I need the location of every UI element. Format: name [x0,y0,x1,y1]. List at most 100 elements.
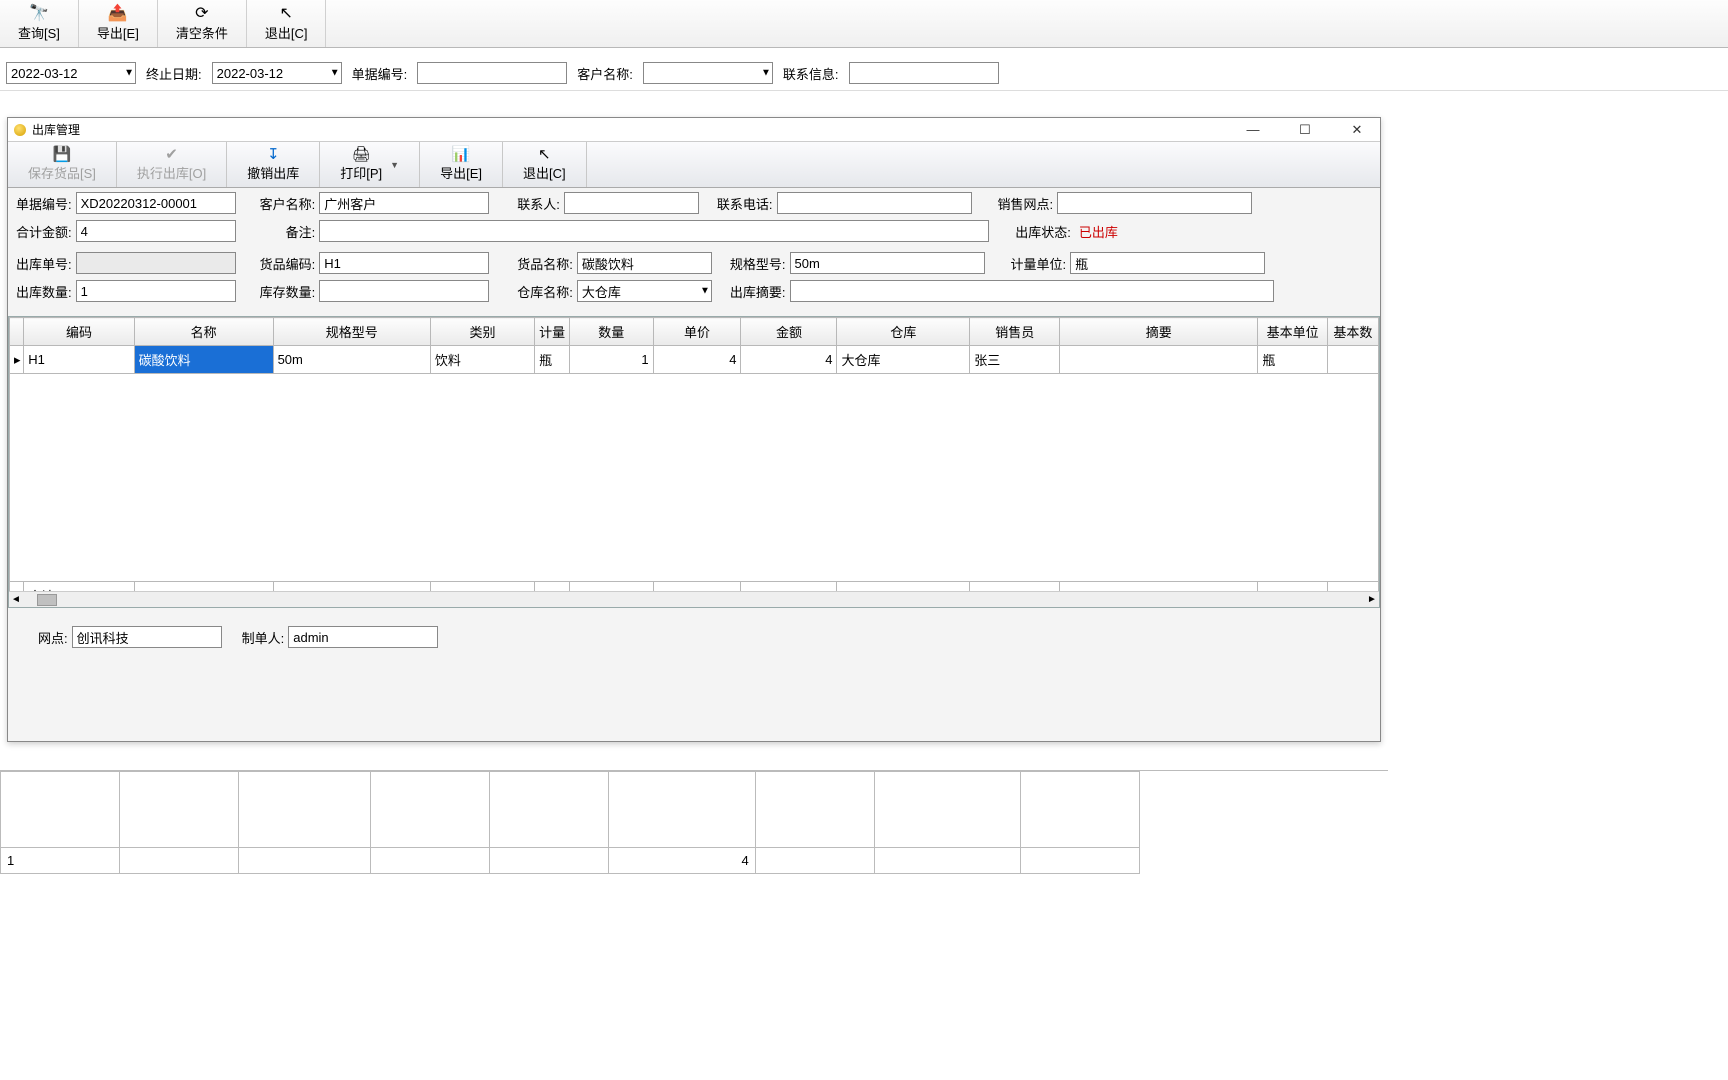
contact-field[interactable] [564,192,699,214]
summary-label: 出库摘要: [730,282,786,301]
dialog-footer: 网点: 制单人: [8,608,1380,666]
end-date-combo[interactable]: ▼ [212,62,342,84]
phone-field[interactable] [777,192,972,214]
footer-maker-label: 制单人: [242,628,285,647]
clear-button[interactable]: ⟳清空条件 [158,0,247,47]
unit-label: 计量单位: [1011,254,1067,273]
th-qty[interactable]: 数量 [569,318,653,346]
ship-no-field [76,252,236,274]
contact-label: 联系信息: [783,64,839,83]
customer-combo[interactable]: ▼ [643,62,773,84]
query-button[interactable]: 🔭查询[S] [0,0,79,47]
close-button[interactable]: ✕ [1340,122,1374,138]
export-icon: 📊 [452,147,471,162]
maximize-button[interactable]: ☐ [1288,122,1322,138]
exit-icon: ↖ [279,6,292,22]
cell-sales[interactable]: 张三 [970,346,1060,374]
qty-label: 出库数量: [16,282,72,301]
th-summary[interactable]: 摘要 [1060,318,1258,346]
save-goods-button[interactable]: 💾保存货品[S] [8,142,117,187]
th-price[interactable]: 单价 [653,318,741,346]
scroll-left-icon[interactable]: ◄ [9,594,23,605]
th-cat[interactable]: 类别 [430,318,534,346]
customer-field[interactable] [319,192,489,214]
exec-outbound-button[interactable]: ✔执行出库[O] [117,142,227,187]
dialog-title: 出库管理 [32,121,80,138]
exit-button-modal[interactable]: ↖退出[C] [503,142,587,187]
th-code[interactable]: 编码 [24,318,134,346]
remark-label: 备注: [286,222,316,241]
background-filter-bar: ▼ 终止日期: ▼ 单据编号: 客户名称: ▼ 联系信息: [0,48,1728,91]
table-row[interactable]: ▸ H1 碳酸饮料 50m 饮料 瓶 1 4 4 大仓库 张三 瓶 [10,346,1379,374]
summary-field[interactable] [790,280,1274,302]
bg-sum-1: 1 [1,848,120,874]
qty-field[interactable] [76,280,236,302]
cell-amt[interactable]: 4 [741,346,837,374]
dialog-titlebar: 出库管理 — ☐ ✕ [8,118,1380,142]
end-date-label: 终止日期: [146,64,202,83]
th-wh[interactable]: 仓库 [837,318,970,346]
name-field[interactable] [577,252,712,274]
revoke-icon: ↧ [267,147,280,162]
cell-bunit[interactable]: 瓶 [1258,346,1327,374]
total-field[interactable] [76,220,236,242]
minimize-button[interactable]: — [1236,122,1270,138]
cell-price[interactable]: 4 [653,346,741,374]
outlet-label: 销售网点: [998,194,1054,213]
th-spec[interactable]: 规格型号 [273,318,430,346]
customer-label: 客户名称: [577,64,633,83]
cell-cat[interactable]: 饮料 [430,346,534,374]
cell-summary[interactable] [1060,346,1258,374]
remark-field[interactable] [319,220,989,242]
exit-button[interactable]: ↖退出[C] [247,0,327,47]
start-date-combo[interactable]: ▼ [6,62,136,84]
wh-label: 仓库名称: [517,282,573,301]
chevron-down-icon: ▼ [390,160,399,170]
outlet-field[interactable] [1057,192,1252,214]
export-button[interactable]: 📤导出[E] [79,0,158,47]
row-marker: ▸ [10,346,24,374]
code-field[interactable] [319,252,489,274]
th-unit[interactable]: 计量 [535,318,570,346]
phone-label: 联系电话: [717,194,773,213]
unit-field[interactable] [1070,252,1265,274]
spec-field[interactable] [790,252,985,274]
th-bunit[interactable]: 基本单位 [1258,318,1327,346]
exec-icon: ✔ [165,147,178,162]
status-value: 已出库 [1075,222,1118,241]
bulb-icon [14,124,26,136]
th-amt[interactable]: 金额 [741,318,837,346]
th-bqty[interactable]: 基本数 [1327,318,1378,346]
cell-code[interactable]: H1 [24,346,134,374]
footer-maker-field[interactable] [288,626,438,648]
print-button[interactable]: 🖨打印[P]▼ [320,142,420,187]
th-mark [10,318,24,346]
contact-input[interactable] [849,62,999,84]
cell-unit[interactable]: 瓶 [535,346,570,374]
table-header-row: 编码 名称 规格型号 类别 计量 数量 单价 金额 仓库 销售员 摘要 基本单位… [10,318,1379,346]
order-no-field[interactable] [76,192,236,214]
footer-outlet-field[interactable] [72,626,222,648]
cell-bqty[interactable] [1327,346,1378,374]
horizontal-scrollbar[interactable]: ◄ ► [9,591,1379,607]
cell-wh[interactable]: 大仓库 [837,346,970,374]
cell-name-selected[interactable]: 碳酸饮料 [134,346,273,374]
export-button-modal[interactable]: 📊导出[E] [420,142,503,187]
th-sales[interactable]: 销售员 [970,318,1060,346]
scroll-thumb[interactable] [37,594,57,606]
order-no-input[interactable] [417,62,567,84]
save-icon: 💾 [53,147,72,162]
background-grid: 14 [0,770,1388,874]
exit-icon: ↖ [538,147,551,162]
cell-spec[interactable]: 50m [273,346,430,374]
scroll-right-icon[interactable]: ► [1365,594,1379,605]
outbound-dialog: 出库管理 — ☐ ✕ 💾保存货品[S] ✔执行出库[O] ↧撤销出库 🖨打印[P… [7,117,1381,742]
revoke-outbound-button[interactable]: ↧撤销出库 [227,142,320,187]
cell-qty[interactable]: 1 [569,346,653,374]
stock-field[interactable] [319,280,489,302]
binoculars-icon: 🔭 [29,6,49,22]
warehouse-combo[interactable]: ▼ [577,280,712,302]
th-name[interactable]: 名称 [134,318,273,346]
table-empty-space [10,374,1379,582]
ship-no-label: 出库单号: [16,254,72,273]
